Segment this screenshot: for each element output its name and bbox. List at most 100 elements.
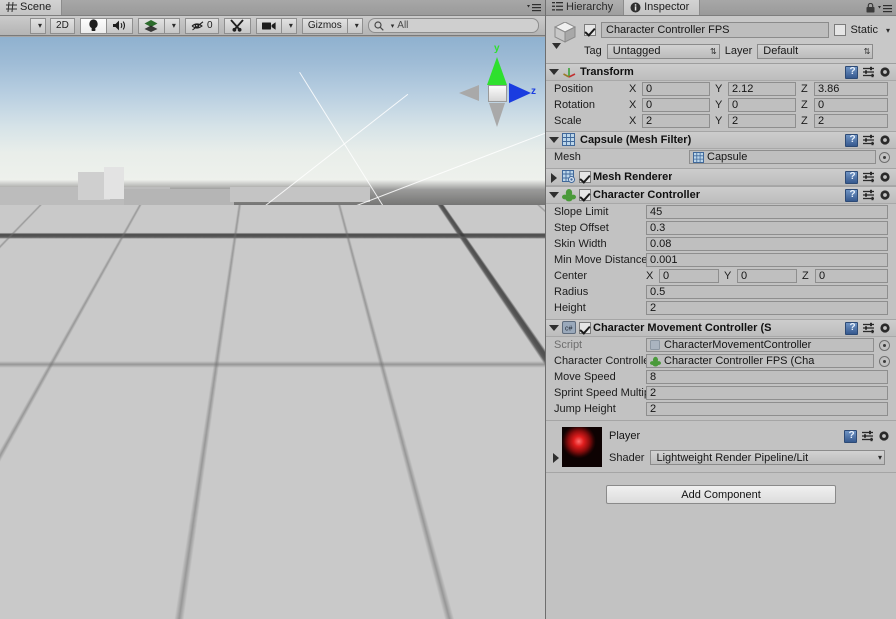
- rotation-y-input[interactable]: 0: [728, 98, 796, 112]
- foldout-open-icon[interactable]: [549, 324, 559, 333]
- scene-viewport-3d[interactable]: y z: [0, 37, 545, 619]
- gear-icon[interactable]: [879, 66, 892, 79]
- static-toggle-group[interactable]: Static ▾: [834, 24, 890, 36]
- scale-x-input[interactable]: 2: [642, 114, 710, 128]
- script-enabled-checkbox[interactable]: [579, 322, 591, 334]
- sprint-speed-multiplier-input[interactable]: 2: [646, 386, 888, 400]
- static-dropdown-arrow[interactable]: ▾: [886, 26, 890, 35]
- component-header[interactable]: Transform: [546, 64, 896, 81]
- shader-dropdown[interactable]: Lightweight Render Pipeline/Lit ▾: [650, 450, 885, 465]
- scale-y-input[interactable]: 2: [728, 114, 796, 128]
- add-component-button[interactable]: Add Component: [606, 485, 836, 504]
- scene-panel-menu[interactable]: [527, 3, 541, 12]
- center-z-input[interactable]: 0: [815, 269, 888, 283]
- scene-lighting-toggle[interactable]: [79, 17, 107, 34]
- component-header[interactable]: c# Character Movement Controller (S: [546, 320, 896, 337]
- gizmo-cone-z[interactable]: [509, 83, 531, 103]
- component-header[interactable]: Capsule (Mesh Filter): [546, 132, 896, 149]
- scale-handle[interactable]: [161, 269, 168, 276]
- scale-handle[interactable]: [204, 269, 211, 276]
- preset-icon[interactable]: [862, 322, 875, 334]
- character-controller-object-field[interactable]: Character Controller FPS (Cha: [646, 354, 874, 368]
- component-header[interactable]: Character Controller: [546, 187, 896, 204]
- help-icon[interactable]: [845, 321, 858, 335]
- center-y-input[interactable]: 0: [737, 269, 797, 283]
- scene-audio-toggle[interactable]: [105, 17, 133, 34]
- gear-icon[interactable]: [878, 430, 891, 443]
- character-controller-picker-button[interactable]: [879, 355, 890, 367]
- min-move-distance-input[interactable]: 0.001: [646, 253, 888, 267]
- step-offset-input[interactable]: 0.3: [646, 221, 888, 235]
- move-speed-input[interactable]: 8: [646, 370, 888, 384]
- scale-handle[interactable]: [180, 389, 187, 396]
- preset-icon[interactable]: [861, 430, 874, 442]
- gizmos-toggle[interactable]: Gizmos: [301, 17, 348, 34]
- help-icon[interactable]: [844, 429, 857, 443]
- scale-handle[interactable]: [163, 386, 170, 393]
- tab-scene[interactable]: Scene: [0, 0, 63, 15]
- gizmo-cone-neg-y[interactable]: [489, 103, 505, 127]
- scene-camera-toggle[interactable]: [255, 17, 282, 34]
- rotation-z-input[interactable]: 0: [814, 98, 888, 112]
- help-icon[interactable]: [845, 133, 858, 147]
- scene-search-input[interactable]: ▾ All: [367, 18, 539, 33]
- position-x-input[interactable]: 0: [642, 82, 710, 96]
- gear-icon[interactable]: [879, 322, 892, 335]
- gizmo-cone-y[interactable]: [487, 57, 507, 85]
- mesh-picker-button[interactable]: [879, 151, 890, 163]
- scene-fx-toggle[interactable]: [137, 17, 165, 34]
- layer-dropdown[interactable]: Default ⇅: [757, 43, 874, 59]
- foldout-open-icon[interactable]: [549, 191, 559, 200]
- tag-dropdown[interactable]: Untagged ⇅: [606, 43, 720, 59]
- foldout-closed-icon[interactable]: [549, 172, 558, 183]
- preset-icon[interactable]: [862, 66, 875, 78]
- mesh-object-field[interactable]: Capsule: [689, 150, 876, 164]
- slope-limit-input[interactable]: 45: [646, 205, 888, 219]
- scene-fx-dropdown[interactable]: ▾: [163, 17, 180, 34]
- gizmo-axis-y-arrow[interactable]: [170, 243, 188, 265]
- scene-orientation-gizmo[interactable]: y z: [457, 43, 537, 141]
- static-checkbox[interactable]: [834, 24, 847, 36]
- center-x-input[interactable]: 0: [659, 269, 719, 283]
- material-foldout-icon[interactable]: [551, 453, 560, 463]
- gameobject-enabled-checkbox[interactable]: [584, 24, 596, 36]
- tab-inspector[interactable]: Inspector: [624, 0, 701, 15]
- gizmo-axis-y-line[interactable]: [178, 265, 181, 285]
- skin-width-input[interactable]: 0.08: [646, 237, 888, 251]
- help-icon[interactable]: [845, 65, 858, 79]
- gizmos-dropdown[interactable]: ▾: [346, 17, 363, 34]
- gizmo-axis-x-arrow[interactable]: [246, 326, 268, 344]
- gear-icon[interactable]: [879, 171, 892, 184]
- view-mode-2d-toggle[interactable]: 2D: [50, 17, 75, 34]
- mesh-renderer-enabled-checkbox[interactable]: [579, 171, 591, 183]
- scale-handle[interactable]: [170, 348, 177, 355]
- help-icon[interactable]: [845, 170, 858, 184]
- component-header[interactable]: Mesh Renderer: [546, 169, 896, 186]
- panel-menu-icon[interactable]: [878, 4, 892, 13]
- scene-camera-dropdown[interactable]: ▾: [280, 17, 297, 34]
- foldout-open-icon[interactable]: [549, 136, 559, 145]
- gear-icon[interactable]: [879, 134, 892, 147]
- gizmo-center-cube[interactable]: [488, 85, 507, 102]
- rotation-x-input[interactable]: 0: [642, 98, 710, 112]
- radius-input[interactable]: 0.5: [646, 285, 888, 299]
- draw-mode-dropdown[interactable]: ▾: [30, 17, 47, 34]
- gizmo-cone-neg-x[interactable]: [459, 85, 479, 101]
- height-input[interactable]: 2: [646, 301, 888, 315]
- character-controller-enabled-checkbox[interactable]: [579, 189, 591, 201]
- hidden-objects-toggle[interactable]: 0: [184, 17, 219, 34]
- help-icon[interactable]: [845, 188, 858, 202]
- gear-icon[interactable]: [879, 189, 892, 202]
- scene-tools-toggle[interactable]: [223, 17, 251, 34]
- preset-icon[interactable]: [862, 189, 875, 201]
- scale-handle[interactable]: [148, 337, 155, 344]
- gizmo-axis-x-line[interactable]: [210, 334, 246, 337]
- position-y-input[interactable]: 2.12: [728, 82, 796, 96]
- tab-hierarchy[interactable]: Hierarchy: [546, 0, 625, 15]
- preset-icon[interactable]: [862, 171, 875, 183]
- position-z-input[interactable]: 3.86: [814, 82, 888, 96]
- scale-z-input[interactable]: 2: [814, 114, 888, 128]
- foldout-open-icon[interactable]: [549, 68, 559, 77]
- preset-icon[interactable]: [862, 134, 875, 146]
- gameobject-name-field[interactable]: Character Controller FPS: [601, 22, 830, 38]
